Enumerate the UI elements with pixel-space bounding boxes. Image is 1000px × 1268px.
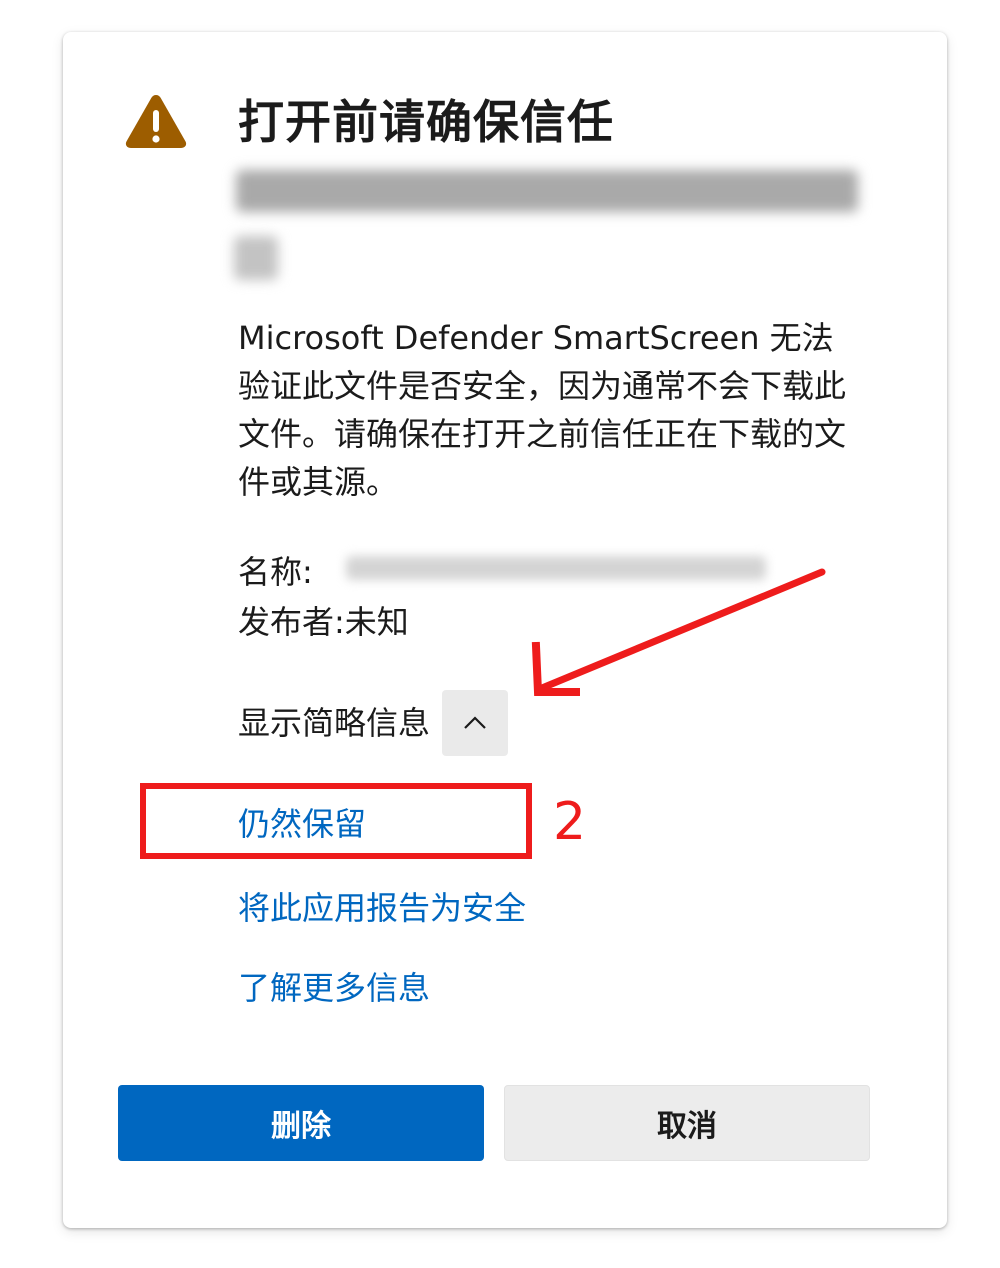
warning-description: Microsoft Defender SmartScreen 无法验证此文件是否… [238, 319, 847, 501]
details-toggle-row: 显示简略信息 [238, 690, 509, 756]
dialog-title: 打开前请确保信任 [238, 95, 614, 149]
publisher-label: 发布者: [238, 603, 345, 641]
publisher-value: 未知 [344, 603, 409, 641]
redacted-file-name-line-2 [234, 236, 278, 280]
redacted-file-name-line-1 [236, 170, 858, 212]
delete-button[interactable]: 删除 [118, 1085, 484, 1161]
show-less-info-label: 显示简略信息 [238, 704, 431, 742]
report-app-safe-link[interactable]: 将此应用报告为安全 [238, 884, 526, 932]
chevron-up-icon [464, 716, 486, 729]
publisher-row: 发布者:未知 [238, 598, 409, 646]
warning-triangle-icon [125, 95, 187, 148]
screenshot-stage: 打开前请确保信任 Microsoft Defender SmartScreen … [0, 0, 1000, 1268]
annotation-highlight-box [140, 783, 532, 859]
annotation-arrow-icon [531, 568, 826, 696]
learn-more-link[interactable]: 了解更多信息 [238, 964, 430, 1012]
file-name-label: 名称: [238, 553, 313, 591]
collapse-details-button[interactable] [442, 690, 509, 756]
annotation-step-number: 2 [553, 792, 587, 852]
cancel-button[interactable]: 取消 [504, 1085, 870, 1161]
